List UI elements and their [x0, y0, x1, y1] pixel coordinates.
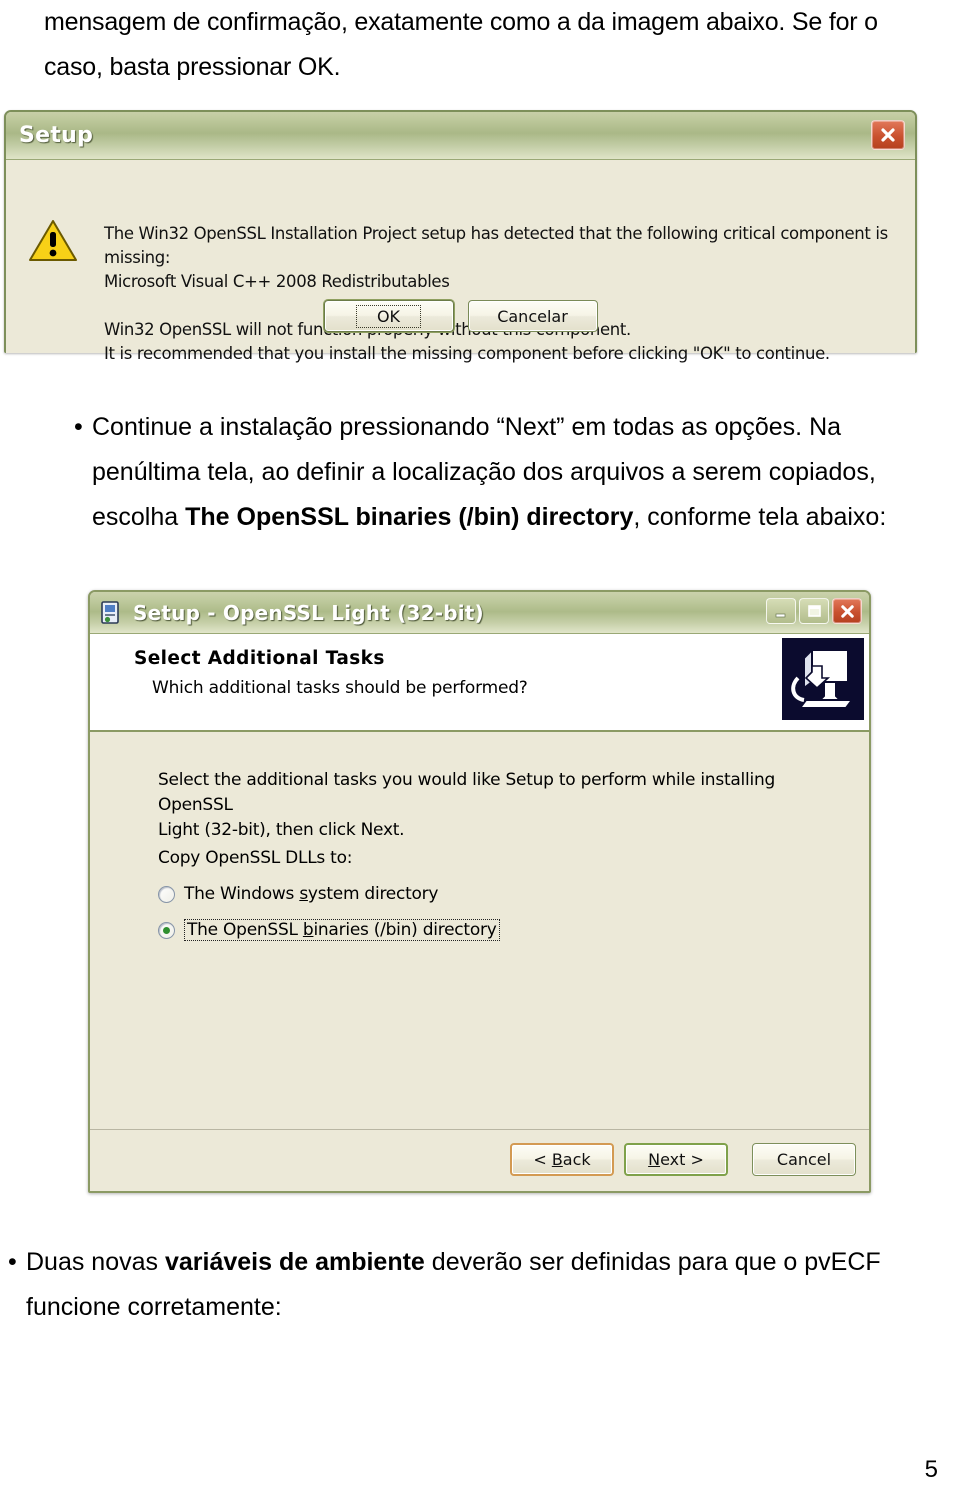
radio-label-openssl-binaries-directory: The OpenSSL binaries (/bin) directory	[184, 919, 500, 941]
warning-triangle-icon	[28, 218, 78, 263]
setup-dialog-titlebar[interactable]: Setup - OpenSSL Light (32-bit)	[90, 592, 869, 634]
radio-selected-icon[interactable]	[158, 921, 175, 939]
cancel-button[interactable]: Cancel	[752, 1143, 856, 1176]
top-paragraph-line-2: caso, basta pressionar OK.	[44, 53, 341, 81]
computer-download-icon	[782, 638, 864, 720]
setup-header-title: Select Additional Tasks	[134, 648, 385, 669]
bottom-bullet-line-1: Duas novas variáveis de ambiente deverão…	[26, 1248, 881, 1276]
top-paragraph: mensagem de confirmação, exatamente como…	[44, 0, 924, 90]
setup-dialog-main: Select the additional tasks you would li…	[90, 732, 869, 1127]
cancel-button[interactable]: Cancelar	[467, 300, 598, 332]
close-x-glyph	[840, 604, 854, 618]
warning-dialog-buttons: OK Cancelar	[6, 300, 915, 332]
middle-bullet-line-1: Continue a instalação pressionando “Next…	[92, 413, 842, 441]
setup-dialog-title: Setup - OpenSSL Light (32-bit)	[133, 600, 484, 625]
maximize-icon[interactable]	[799, 598, 829, 624]
warning-triangle-glyph	[29, 220, 77, 261]
bottom-bullet-line-2: funcione corretamente:	[26, 1293, 282, 1321]
setup-body-line-1: Select the additional tasks you would li…	[158, 770, 776, 815]
back-label-pre: <	[533, 1150, 552, 1169]
close-icon[interactable]	[832, 598, 862, 624]
document-page: mensagem de confirmação, exatamente como…	[0, 0, 960, 1500]
setup-body-text: Select the additional tasks you would li…	[158, 768, 848, 843]
cancel-button-label: Cancelar	[497, 306, 568, 326]
close-icon[interactable]	[871, 120, 905, 150]
setup-dialog-window-buttons	[766, 598, 862, 624]
warning-dialog-close-button[interactable]	[871, 120, 905, 150]
next-button-label: Next >	[648, 1150, 704, 1169]
setup-dialog-footer-buttons: < Back Next > Cancel	[510, 1143, 856, 1176]
radio-option-openssl-binaries-directory[interactable]: The OpenSSL binaries (/bin) directory	[158, 919, 500, 941]
setup-dialog-footer: < Back Next > Cancel	[90, 1129, 869, 1191]
cancel-button-label: Cancel	[776, 1150, 832, 1169]
radio-option-windows-system-directory[interactable]: The Windows system directory	[158, 884, 438, 904]
computer-download-glyph	[782, 638, 864, 720]
page-number: 5	[924, 1456, 938, 1483]
back-label-accel: B	[551, 1150, 563, 1169]
back-button[interactable]: < Back	[510, 1143, 614, 1176]
radio-label-accel: b	[302, 920, 314, 940]
back-label-post: ack	[562, 1150, 591, 1169]
radio-unselected-icon[interactable]	[158, 885, 175, 903]
warning-dialog-message: The Win32 OpenSSL Installation Project s…	[104, 222, 904, 366]
middle-bullet-line-3-suffix: , conforme tela abaixo:	[633, 503, 887, 531]
installer-icon	[98, 600, 124, 626]
back-button-label: < Back	[533, 1150, 590, 1169]
next-button[interactable]: Next >	[624, 1143, 728, 1176]
middle-bullet-line-2: penúltima tela, ao definir a localização…	[92, 458, 876, 486]
ok-button[interactable]: OK	[323, 300, 454, 332]
close-x-glyph	[881, 128, 895, 142]
ok-button-label: OK	[355, 304, 422, 328]
maximize-glyph	[808, 605, 821, 617]
warning-dialog-body: The Win32 OpenSSL Installation Project s…	[6, 160, 915, 363]
warning-message-line-2: Microsoft Visual C++ 2008 Redistributabl…	[104, 272, 450, 291]
installer-icon-glyph	[101, 600, 119, 624]
radio-label-part-post: ystem directory	[307, 884, 439, 904]
minimize-glyph	[775, 613, 786, 618]
warning-dialog-title: Setup	[19, 123, 94, 148]
bottom-bullet-line-1-prefix: Duas novas	[26, 1248, 165, 1276]
copy-dlls-label: Copy OpenSSL DLLs to:	[158, 848, 353, 868]
warning-dialog-titlebar[interactable]: Setup	[6, 112, 915, 160]
middle-bullet-line-3-bold: The OpenSSL binaries (/bin) directory	[185, 503, 634, 531]
radio-label-part-post: inaries (/bin) director	[313, 920, 487, 940]
next-label-accel: N	[648, 1150, 661, 1169]
radio-label-part-pre: The Windows	[184, 884, 300, 904]
setup-dialog-header: Select Additional Tasks Which additional…	[90, 634, 869, 732]
bottom-bullet-line-1-suffix: deverão ser definidas para que o pvECF	[424, 1248, 881, 1276]
radio-label-windows-system-directory: The Windows system directory	[184, 884, 438, 904]
radio-label-part-post2: y	[486, 920, 497, 940]
warning-message-line-1: The Win32 OpenSSL Installation Project s…	[104, 224, 888, 267]
middle-bullet-line-3-prefix: escolha	[92, 503, 186, 531]
radio-label-part-pre: The OpenSSL	[187, 920, 303, 940]
bottom-bullet-line-1-bold: variáveis de ambiente	[164, 1248, 425, 1276]
bottom-bullet-paragraph: • Duas novas variáveis de ambiente dever…	[4, 1240, 954, 1330]
warning-message-line-4: It is recommended that you install the m…	[104, 344, 830, 363]
bullet-marker: •	[74, 413, 83, 441]
bottom-bullet-body: Duas novas variáveis de ambiente deverão…	[26, 1240, 954, 1330]
setup-body-line-2: Light (32-bit), then click Next.	[158, 820, 405, 840]
bullet-marker: •	[8, 1248, 17, 1276]
middle-bullet-line-3: escolha The OpenSSL binaries (/bin) dire…	[92, 495, 930, 540]
top-paragraph-line-1: mensagem de confirmação, exatamente como…	[44, 8, 878, 36]
middle-bullet-body: Continue a instalação pressionando “Next…	[92, 405, 930, 540]
radio-label-accel: s	[299, 884, 308, 904]
setup-warning-dialog[interactable]: Setup The Win32 OpenSSL Installation Pro…	[4, 110, 917, 363]
middle-bullet-paragraph: • Continue a instalação pressionando “Ne…	[70, 405, 930, 540]
openssl-setup-dialog[interactable]: Setup - OpenSSL Light (32-bit) Select Ad…	[88, 590, 871, 1193]
setup-header-subtitle: Which additional tasks should be perform…	[152, 678, 528, 698]
minimize-icon[interactable]	[766, 598, 796, 624]
next-label-post: ext >	[660, 1150, 704, 1169]
